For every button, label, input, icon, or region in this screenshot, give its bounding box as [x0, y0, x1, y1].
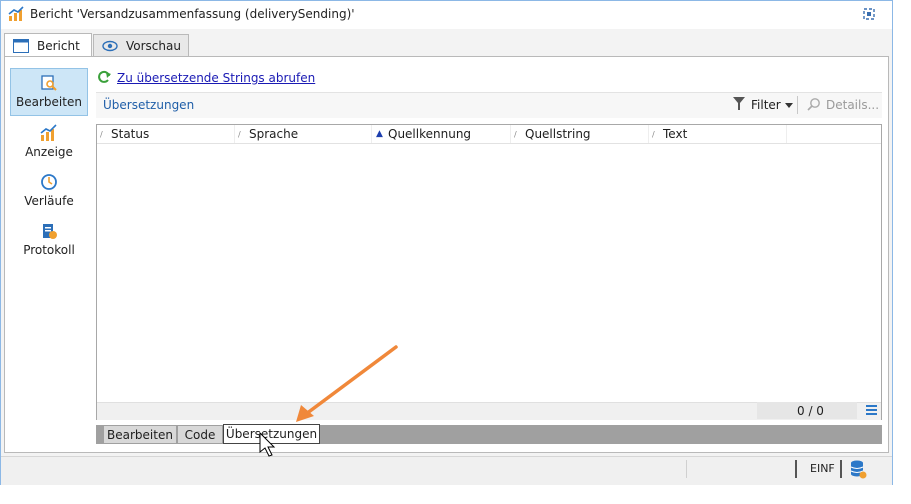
chart-icon [40, 124, 57, 141]
window-title: Bericht 'Versandzusammenfassung (deliver… [30, 7, 355, 21]
nav-item-protokoll[interactable]: Protokoll [10, 217, 88, 265]
nav-label-anzeige: Anzeige [25, 145, 73, 159]
column-sprache[interactable]: Sprache [249, 127, 298, 141]
column-divider[interactable] [510, 125, 511, 143]
nav-label-verlaeufe: Verläufe [24, 194, 74, 208]
eye-icon [102, 40, 118, 51]
maximize-icon[interactable] [859, 5, 879, 23]
record-count: 0 / 0 [797, 404, 824, 418]
chevron-down-icon[interactable] [785, 103, 793, 108]
toolbar-divider [797, 96, 798, 114]
refresh-icon[interactable] [97, 70, 111, 84]
tab-bericht[interactable]: Bericht [4, 33, 92, 57]
bottom-tab-uebersetzungen[interactable]: Übersetzungen [223, 424, 320, 444]
nav-label-protokoll: Protokoll [23, 243, 75, 257]
insert-mode-indicator: EINF [810, 462, 835, 475]
search-icon [807, 98, 820, 111]
filter-icon[interactable] [733, 97, 745, 111]
nav-item-anzeige[interactable]: Anzeige [10, 119, 88, 167]
log-icon [43, 224, 57, 239]
status-divider [840, 460, 842, 478]
column-divider[interactable] [648, 125, 649, 143]
status-bar [1, 456, 892, 485]
tab-bericht-label: Bericht [37, 38, 80, 53]
translations-grid [96, 124, 882, 420]
column-text[interactable]: Text [663, 127, 687, 141]
column-quellstring[interactable]: Quellstring [525, 127, 591, 141]
fetch-strings-link[interactable]: Zu übersetzende Strings abrufen [117, 71, 315, 85]
window-icon [13, 38, 29, 53]
column-divider[interactable] [786, 125, 787, 143]
sort-indicator-icon: / [238, 130, 241, 139]
database-icon[interactable] [849, 459, 867, 479]
sort-indicator-icon: / [514, 130, 517, 139]
column-status[interactable]: Status [111, 127, 149, 141]
column-quellkennung[interactable]: Quellkennung [388, 127, 471, 141]
status-divider [686, 460, 687, 478]
details-button[interactable]: Details... [826, 98, 879, 112]
column-divider[interactable] [234, 125, 235, 143]
bottom-tab-bearbeiten[interactable]: Bearbeiten [104, 426, 176, 443]
tab-vorschau[interactable]: Vorschau [93, 34, 189, 56]
nav-item-bearbeiten[interactable]: Bearbeiten [10, 68, 88, 116]
nav-label-bearbeiten: Bearbeiten [16, 95, 82, 109]
menu-icon[interactable] [866, 405, 877, 415]
clock-icon [41, 174, 57, 190]
status-divider [795, 460, 797, 478]
sort-indicator-icon: / [100, 130, 103, 139]
sort-indicator-icon: / [652, 130, 655, 139]
nav-item-verlaeufe[interactable]: Verläufe [10, 168, 88, 216]
sort-ascending-icon: ▲ [376, 129, 383, 139]
edit-magnifier-icon [41, 75, 57, 91]
column-divider[interactable] [371, 125, 372, 143]
grid-header [97, 125, 881, 144]
tab-vorschau-label: Vorschau [126, 38, 181, 53]
bottom-tab-code[interactable]: Code [178, 426, 222, 443]
report-chart-icon [8, 6, 24, 21]
section-label: Übersetzungen [103, 98, 195, 112]
filter-button[interactable]: Filter [751, 98, 781, 112]
